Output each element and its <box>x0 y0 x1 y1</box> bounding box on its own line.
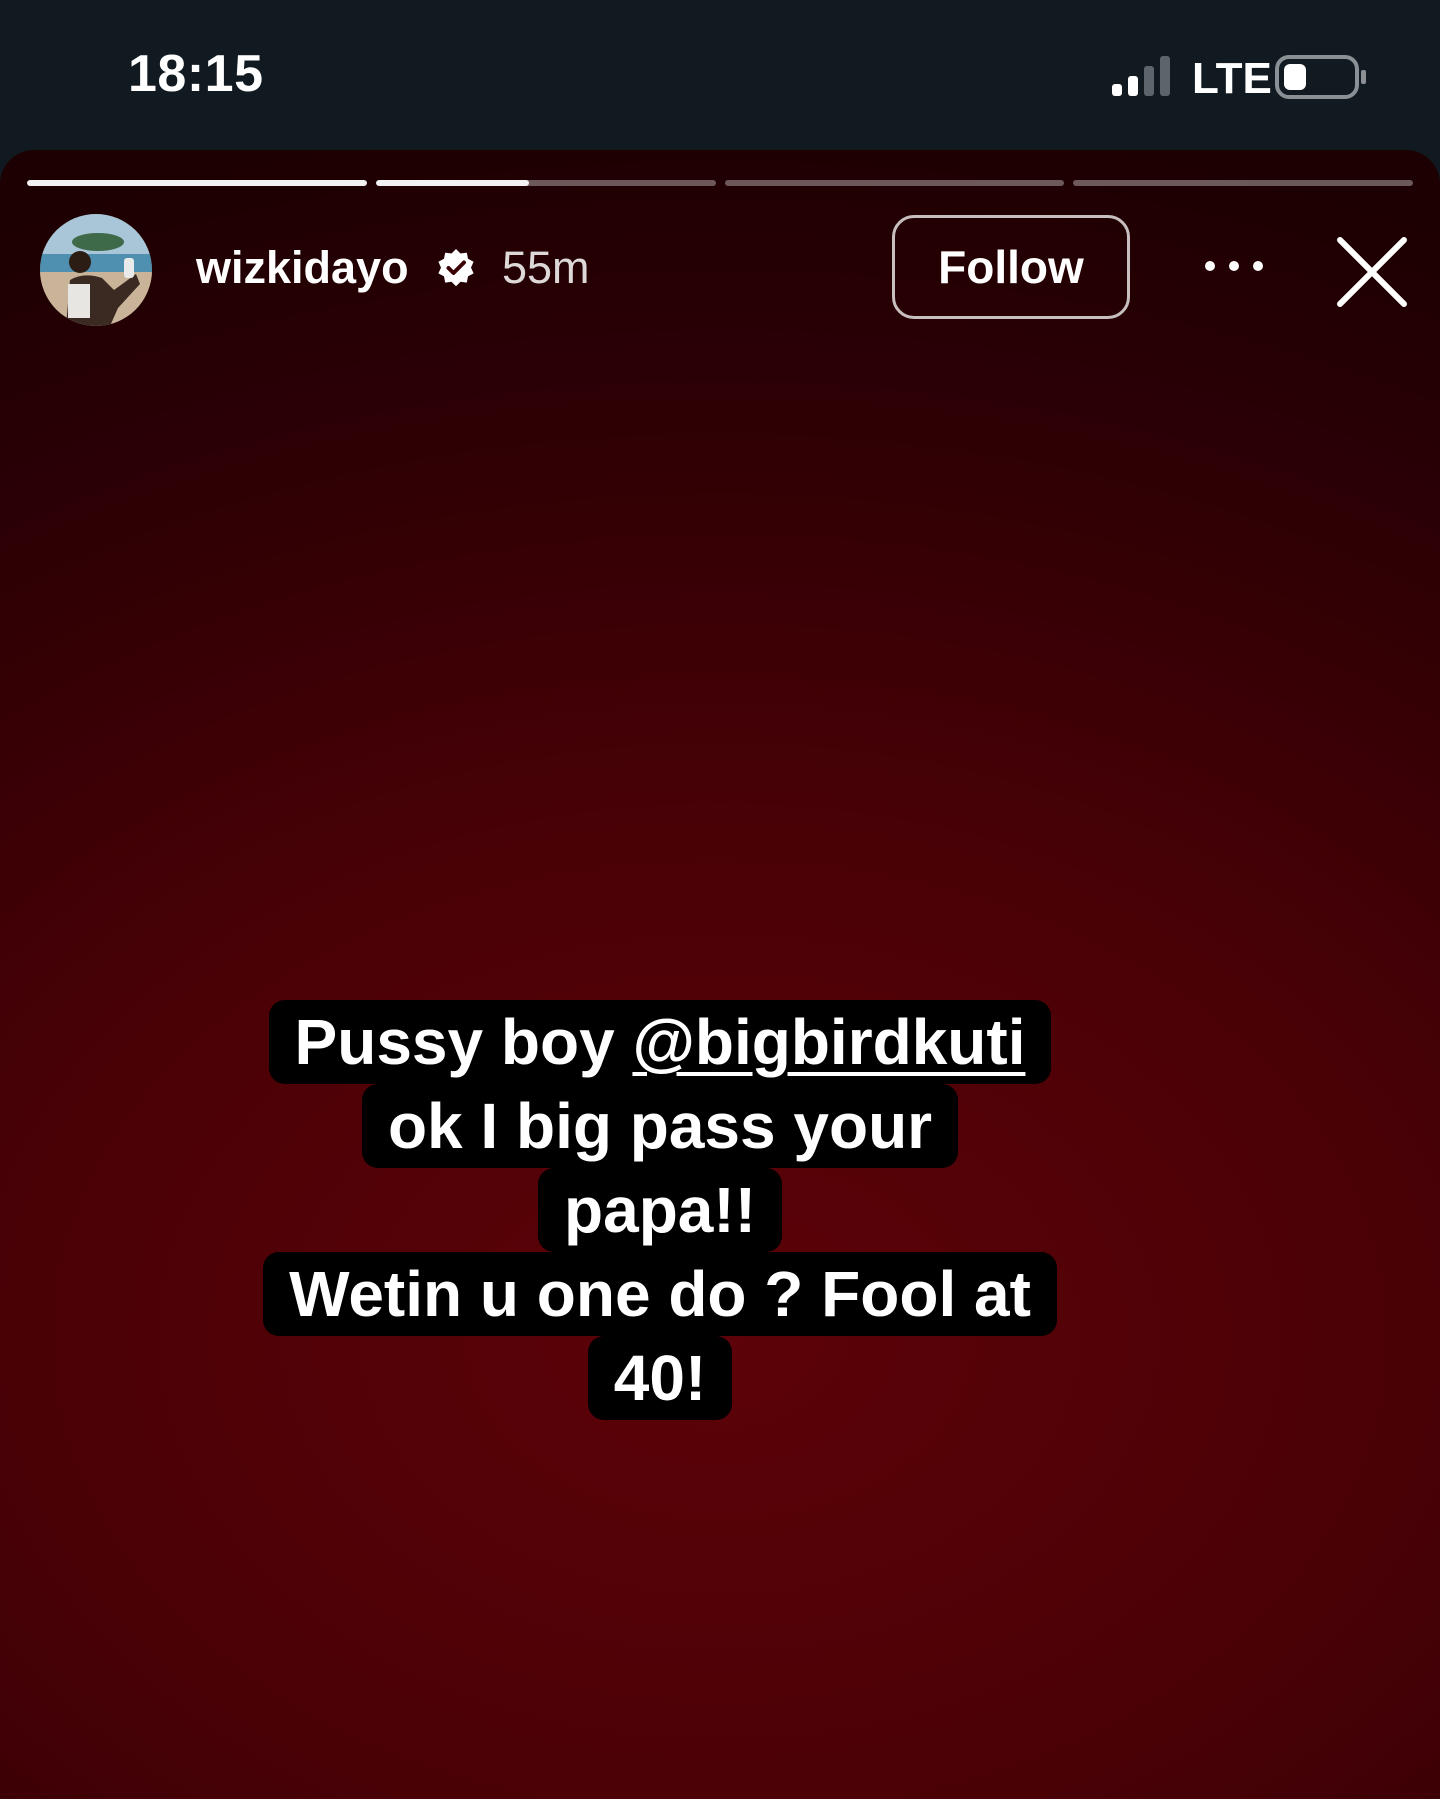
battery-icon <box>1275 55 1366 99</box>
signal-bars-icon <box>1112 56 1170 96</box>
status-time: 18:15 <box>128 45 264 103</box>
progress-segment <box>1073 180 1413 186</box>
caption-line-1: Pussy boy @bigbirdkuti <box>268 1000 1052 1084</box>
progress-segment <box>724 180 1065 186</box>
caption-text: Pussy boy <box>294 1006 633 1078</box>
post-time: 55m <box>502 242 590 293</box>
caption-line-4: Wetin u one do ? Fool at <box>263 1252 1057 1336</box>
progress-fill <box>375 180 529 186</box>
follow-button[interactable]: Follow <box>892 215 1130 319</box>
progress-segment <box>27 180 367 186</box>
avatar-photo <box>40 214 152 326</box>
caption-line-2: ok I big pass your <box>361 1084 959 1168</box>
story-progress-bars <box>27 180 1413 186</box>
caption-line-3: papa!! <box>538 1168 782 1252</box>
story-viewer[interactable]: wizkidayo 55m Follow Pussy boy @bigbirdk… <box>0 150 1440 1799</box>
progress-fill <box>27 180 367 186</box>
avatar[interactable] <box>40 214 152 326</box>
username[interactable]: wizkidayo <box>196 242 409 294</box>
more-horizontal-icon[interactable] <box>1200 246 1268 286</box>
verified-badge-icon <box>438 249 474 287</box>
close-icon[interactable] <box>1334 234 1410 310</box>
network-label: LTE <box>1192 54 1272 103</box>
story-caption: Pussy boy @bigbirdkuti ok I big pass you… <box>160 1000 1160 1420</box>
caption-line-5: 40! <box>587 1336 733 1420</box>
progress-segment <box>375 180 716 186</box>
mention-link[interactable]: @bigbirdkuti <box>632 1006 1025 1078</box>
status-bar: 18:15 LTE <box>0 0 1440 160</box>
